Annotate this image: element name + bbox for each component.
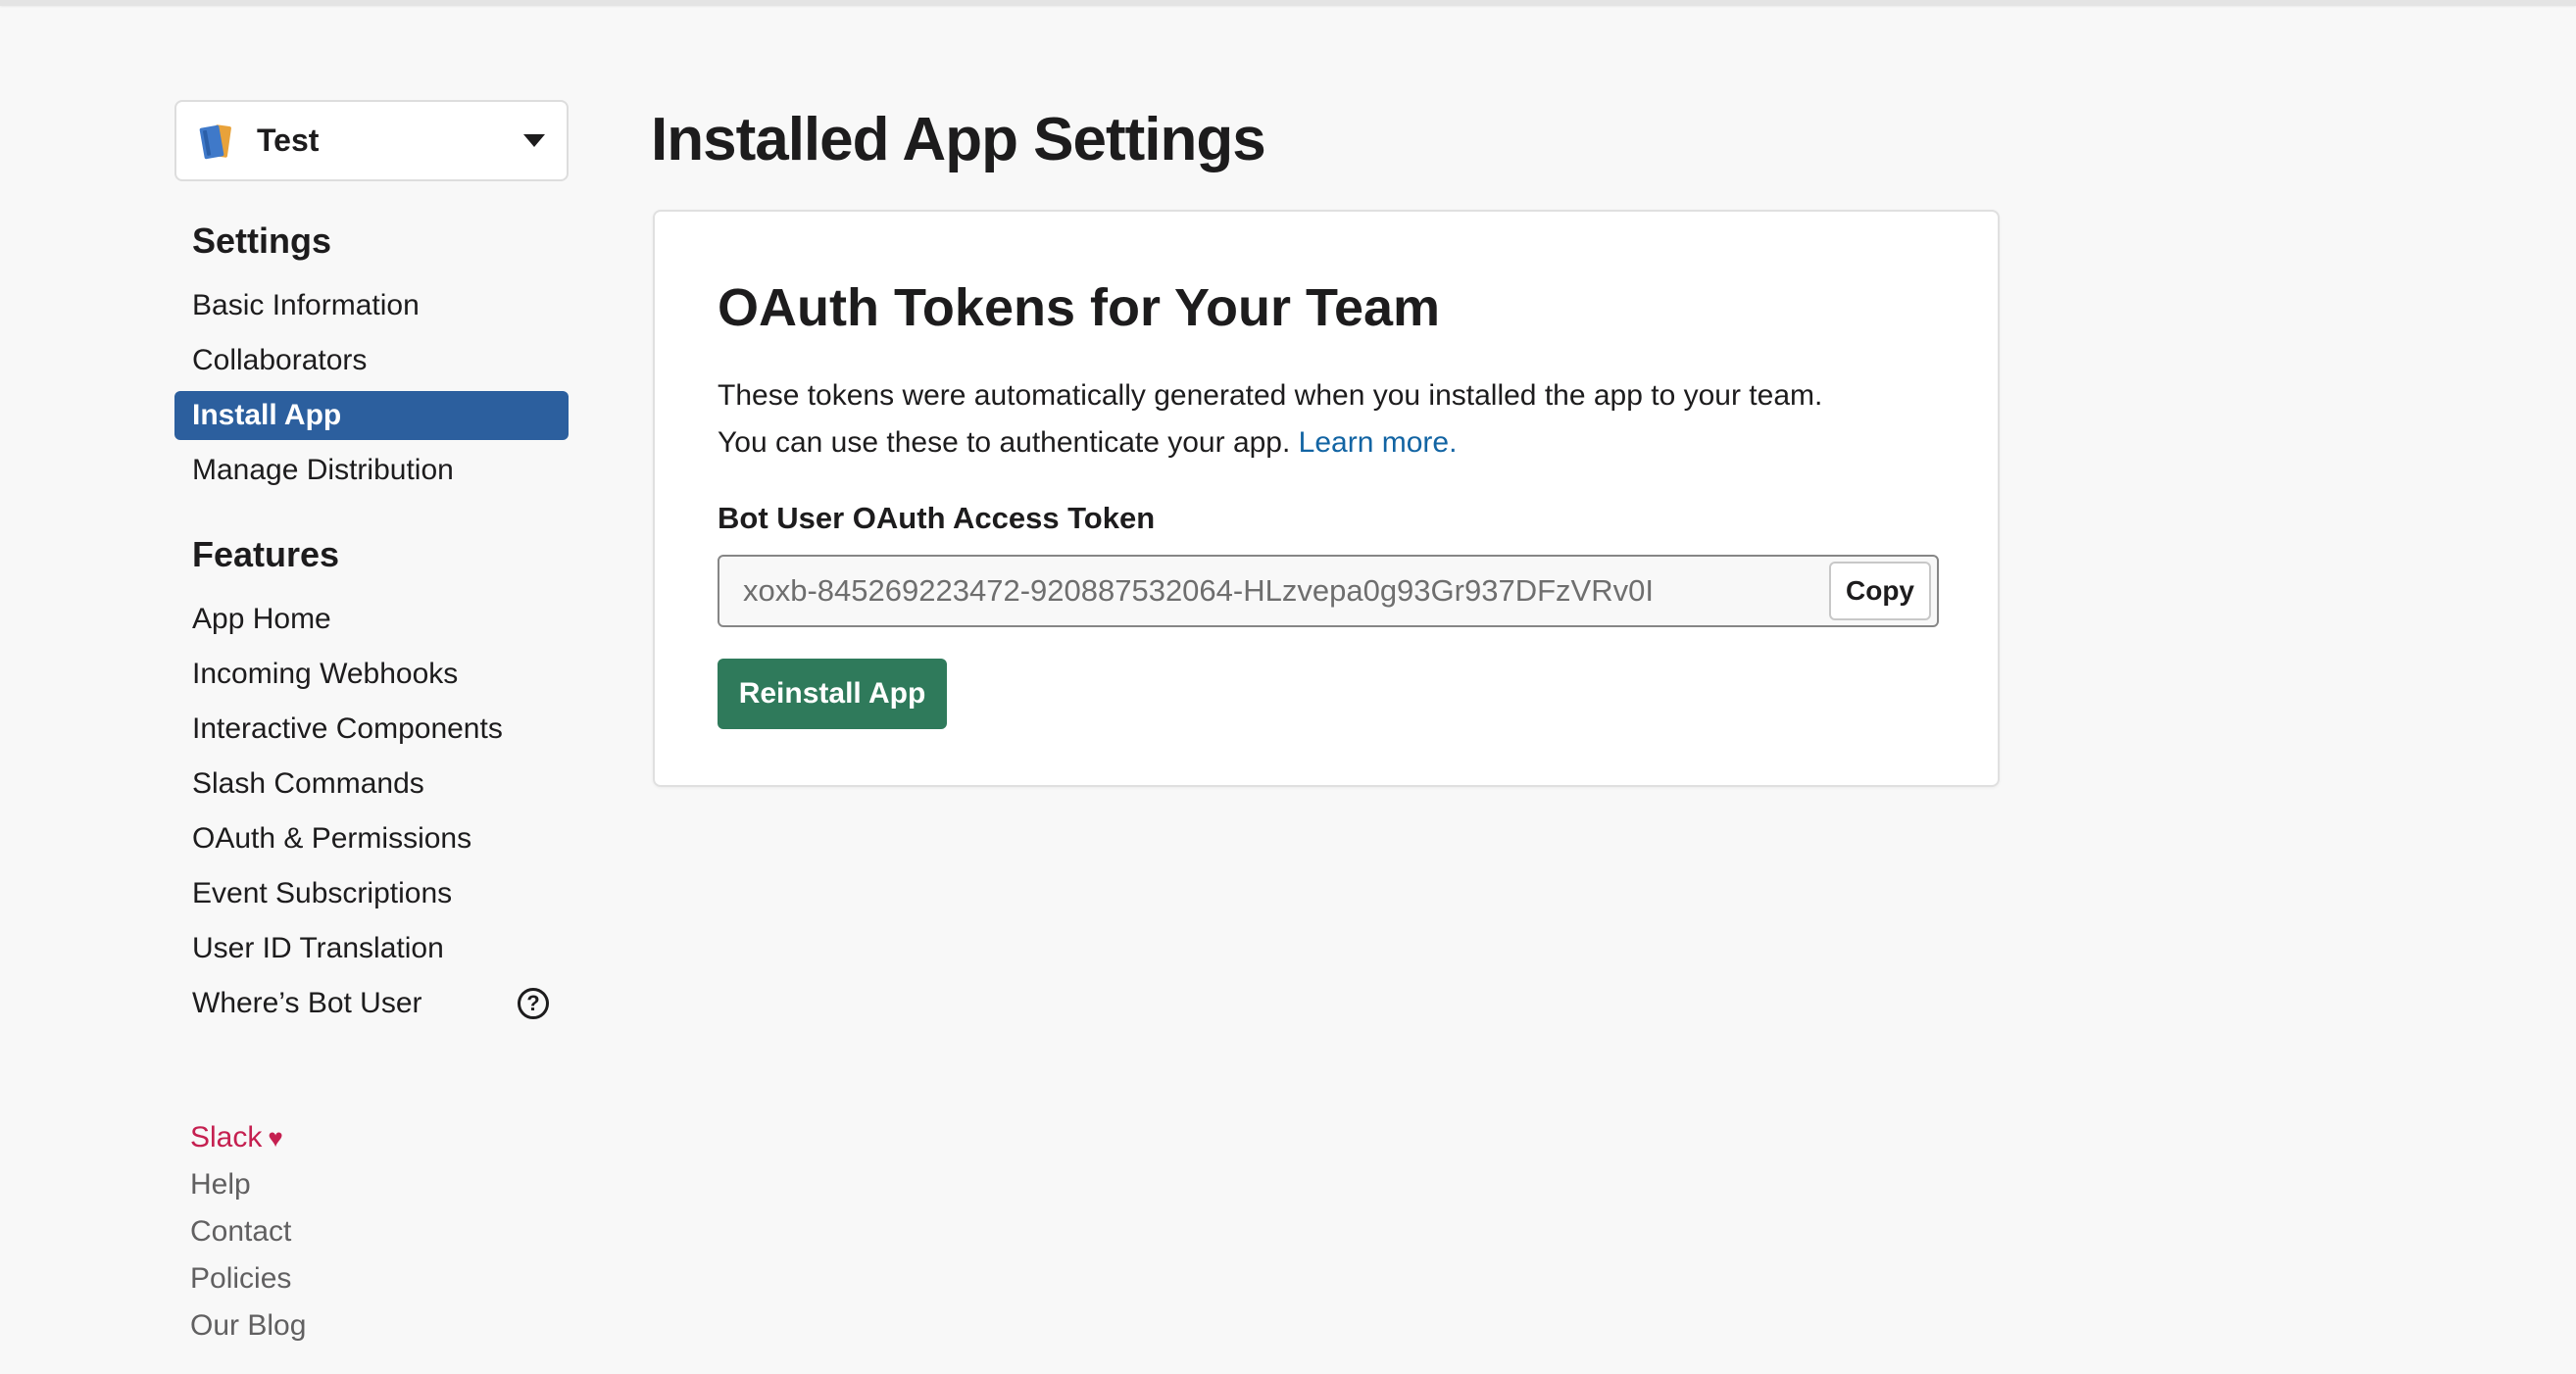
sidebar-item-label: Manage Distribution — [192, 454, 454, 486]
sidebar-item-wheres-bot-user[interactable]: Where’s Bot User ? — [174, 979, 569, 1028]
features-nav: App Home Incoming Webhooks Interactive C… — [174, 595, 569, 1028]
sidebar-item-event-subscriptions[interactable]: Event Subscriptions — [174, 869, 569, 918]
settings-heading: Settings — [192, 221, 332, 261]
sidebar-item-label: Collaborators — [192, 344, 368, 376]
sidebar-item-basic-information[interactable]: Basic Information — [174, 281, 569, 330]
sidebar-item-label: Where’s Bot User — [192, 987, 422, 1019]
settings-nav: Basic Information Collaborators Install … — [174, 281, 569, 495]
sidebar-item-label: App Home — [192, 603, 331, 635]
token-label: Bot User OAuth Access Token — [718, 501, 1156, 535]
sidebar-item-label: OAuth & Permissions — [192, 822, 472, 855]
sidebar-item-label: Install App — [192, 399, 342, 431]
sidebar-item-label: Basic Information — [192, 289, 420, 321]
footer-link-our-blog[interactable]: Our Blog — [190, 1302, 569, 1349]
footer-brand-label: Slack — [190, 1121, 263, 1153]
description-line-1: These tokens were automatically generate… — [718, 379, 1823, 412]
sidebar-item-label: Incoming Webhooks — [192, 658, 459, 690]
features-heading: Features — [192, 534, 340, 574]
card-title: OAuth Tokens for Your Team — [718, 278, 1441, 337]
sidebar-item-label: Slash Commands — [192, 767, 424, 800]
sidebar-item-label: Interactive Components — [192, 712, 503, 745]
app-switcher[interactable]: Test — [174, 100, 569, 181]
sidebar-item-app-home[interactable]: App Home — [174, 595, 569, 644]
page-title: Installed App Settings — [651, 106, 1266, 173]
footer-link-contact[interactable]: Contact — [190, 1208, 569, 1255]
sidebar-item-install-app[interactable]: Install App — [174, 391, 569, 440]
learn-more-link[interactable]: Learn more. — [1299, 426, 1458, 459]
sidebar-item-user-id-translation[interactable]: User ID Translation — [174, 924, 569, 973]
description-line-2: You can use these to authenticate your a… — [718, 426, 1291, 459]
sidebar-item-incoming-webhooks[interactable]: Incoming Webhooks — [174, 650, 569, 699]
sidebar-item-slash-commands[interactable]: Slash Commands — [174, 760, 569, 809]
copy-button[interactable]: Copy — [1829, 562, 1931, 620]
footer-links: Slack ♥ Help Contact Policies Our Blog — [174, 1114, 569, 1349]
app-book-icon — [196, 121, 237, 162]
card-description: These tokens were automatically generate… — [718, 372, 1935, 466]
footer-link-slack[interactable]: Slack ♥ — [190, 1114, 569, 1161]
token-input[interactable] — [743, 573, 1829, 609]
sidebar-item-interactive-components[interactable]: Interactive Components — [174, 705, 569, 754]
app-name: Test — [257, 123, 320, 158]
sidebar-item-label: Event Subscriptions — [192, 877, 453, 909]
sidebar-item-oauth-permissions[interactable]: OAuth & Permissions — [174, 814, 569, 863]
sidebar-item-manage-distribution[interactable]: Manage Distribution — [174, 446, 569, 495]
sidebar: Test Settings Basic Information Collabor… — [174, 100, 569, 1349]
caret-down-icon[interactable] — [523, 134, 545, 147]
heart-icon: ♥ — [268, 1123, 283, 1153]
footer-link-help[interactable]: Help — [190, 1161, 569, 1208]
reinstall-app-button[interactable]: Reinstall App — [718, 659, 947, 729]
help-circle-icon[interactable]: ? — [518, 988, 549, 1019]
oauth-tokens-card: OAuth Tokens for Your Team These tokens … — [653, 210, 2000, 787]
token-field: Copy — [718, 555, 1939, 627]
footer-link-policies[interactable]: Policies — [190, 1255, 569, 1302]
top-border — [0, 0, 2576, 6]
sidebar-item-collaborators[interactable]: Collaborators — [174, 336, 569, 385]
sidebar-item-label: User ID Translation — [192, 932, 444, 964]
